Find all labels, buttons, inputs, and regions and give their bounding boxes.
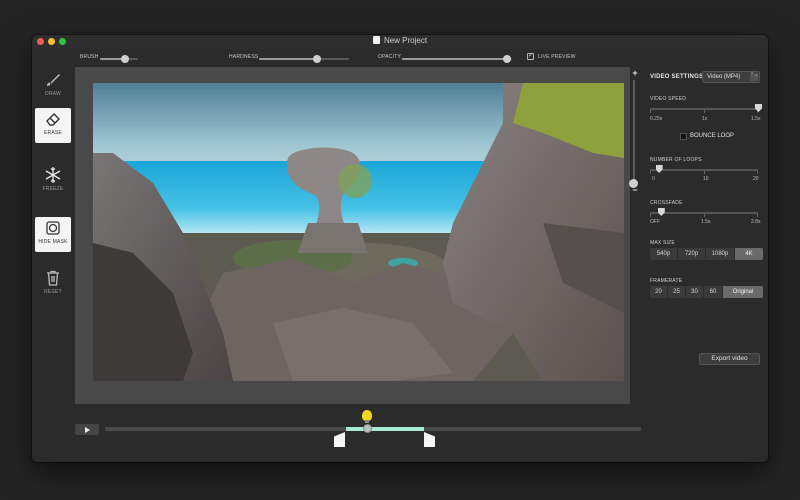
brush-icon [35, 69, 71, 91]
tool-sidebar: DRAW ERASE FREEZE HIDE MASK RESET [32, 67, 75, 462]
opacity-slider-knob[interactable] [502, 55, 511, 63]
loop-range[interactable] [346, 427, 424, 431]
framerate-original[interactable]: Original [723, 286, 763, 298]
slider-tick [650, 110, 651, 113]
slider-tick [650, 171, 651, 174]
canvas-area [75, 67, 630, 404]
zoom-out-button[interactable]: − [632, 185, 638, 195]
hardness-label: HARDNESS [229, 54, 259, 60]
video-preview[interactable] [93, 83, 624, 381]
chevron-updown-icon: ⌃⌄ [750, 73, 758, 81]
live-preview-label: LIVE PREVIEW [538, 54, 576, 60]
export-video-button[interactable]: Export video [699, 353, 760, 365]
crossfade-max: 2.8s [751, 219, 761, 225]
framerate-30[interactable]: 30 [686, 286, 704, 298]
max-size-720p[interactable]: 720p [678, 248, 706, 260]
zoom-in-button[interactable]: + [632, 68, 638, 78]
framerate-segmented: 20 25 30 60 Original [650, 286, 763, 298]
tool-hide-mask[interactable]: HIDE MASK [35, 217, 71, 252]
titlebar: New Project [32, 35, 768, 49]
framerate-60[interactable]: 60 [704, 286, 723, 298]
timeline [32, 405, 647, 462]
crossfade-label: CROSSFADE [650, 200, 683, 206]
video-settings-panel: VIDEO SETTINGS Video (MP4) ⌃⌄ VIDEO SPEE… [647, 67, 768, 462]
loops-max: 20 [753, 176, 759, 182]
number-of-loops-knob[interactable] [655, 165, 663, 173]
lightbulb-stem [365, 420, 369, 423]
hardness-slider-knob[interactable] [312, 55, 321, 63]
hardness-slider[interactable] [259, 55, 349, 63]
window-title: New Project [32, 36, 768, 45]
video-speed-min: 0.25x [650, 116, 663, 122]
tool-draw[interactable]: DRAW [35, 69, 71, 104]
opacity-slider-fill [402, 58, 507, 60]
toolbar: BRUSH HARDNESS OPACITY ✓ LIVE PREVIEW [32, 49, 768, 67]
slider-tick [650, 214, 651, 217]
loops-mid: 10 [703, 176, 709, 182]
live-preview-checkbox[interactable]: ✓ [527, 53, 534, 60]
video-speed-label: VIDEO SPEED [650, 96, 687, 102]
crossfade-knob[interactable] [657, 208, 665, 216]
snowflake-icon [35, 164, 71, 186]
max-size-1080p[interactable]: 1080p [706, 248, 735, 260]
number-of-loops-label: NUMBER OF LOOPS [650, 157, 702, 163]
format-select-value: Video (MP4) [707, 74, 741, 80]
mask-icon [35, 217, 71, 239]
video-settings-heading: VIDEO SETTINGS [650, 74, 704, 80]
framerate-20[interactable]: 20 [650, 286, 668, 298]
brush-slider[interactable] [100, 55, 138, 63]
tool-erase-label: ERASE [44, 130, 62, 136]
opacity-slider[interactable] [402, 55, 512, 63]
slider-tick [757, 171, 758, 174]
eraser-icon [35, 108, 71, 130]
max-size-540p[interactable]: 540p [650, 248, 678, 260]
crossfade-slider[interactable] [650, 208, 758, 217]
video-speed-mid: 1x [702, 116, 708, 122]
hardness-slider-fill [259, 58, 317, 60]
loop-start-handle[interactable] [334, 432, 345, 447]
video-speed-max: 1.5x [751, 116, 761, 122]
number-of-loops-slider[interactable] [650, 165, 758, 174]
max-size-segmented: 540p 720p 1080p 4K [650, 248, 763, 260]
max-size-label: MAX SIZE [650, 240, 675, 246]
tool-erase[interactable]: ERASE [35, 108, 71, 143]
zoom-slider-track[interactable] [633, 80, 635, 185]
app-window: New Project BRUSH HARDNESS OPACITY ✓ LIV… [32, 35, 768, 462]
brush-label: BRUSH [80, 54, 99, 60]
slider-tick [704, 110, 705, 113]
framerate-label: FRAMERATE [650, 278, 683, 284]
max-size-4k[interactable]: 4K [735, 248, 763, 260]
brush-slider-knob[interactable] [120, 55, 129, 63]
slider-tick [704, 171, 705, 174]
tool-reset[interactable]: RESET [35, 267, 71, 302]
tool-hide-mask-label: HIDE MASK [38, 239, 68, 245]
video-speed-slider[interactable] [650, 104, 762, 113]
rock-landscape-image [93, 83, 624, 381]
trash-icon [35, 267, 71, 289]
loops-min: 0 [652, 176, 655, 182]
bounce-loop-label: BOUNCE LOOP [690, 133, 735, 139]
loop-end-handle[interactable] [424, 432, 435, 447]
playhead[interactable] [363, 424, 372, 433]
document-icon [372, 36, 380, 44]
play-button[interactable] [75, 424, 99, 435]
tool-freeze-label: FREEZE [42, 186, 64, 192]
opacity-label: OPACITY [378, 54, 401, 60]
crossfade-mid: 1.5s [701, 219, 711, 225]
slider-tick [757, 214, 758, 217]
format-select[interactable]: Video (MP4) ⌃⌄ [702, 71, 760, 83]
crossfade-min: OFF [650, 219, 660, 225]
tool-draw-label: DRAW [45, 91, 61, 97]
slider-tick [704, 214, 705, 217]
bounce-loop-checkbox[interactable] [680, 133, 687, 140]
tool-freeze[interactable]: FREEZE [35, 164, 71, 199]
tool-reset-label: RESET [44, 289, 62, 295]
play-icon [85, 426, 90, 433]
framerate-25[interactable]: 25 [668, 286, 686, 298]
